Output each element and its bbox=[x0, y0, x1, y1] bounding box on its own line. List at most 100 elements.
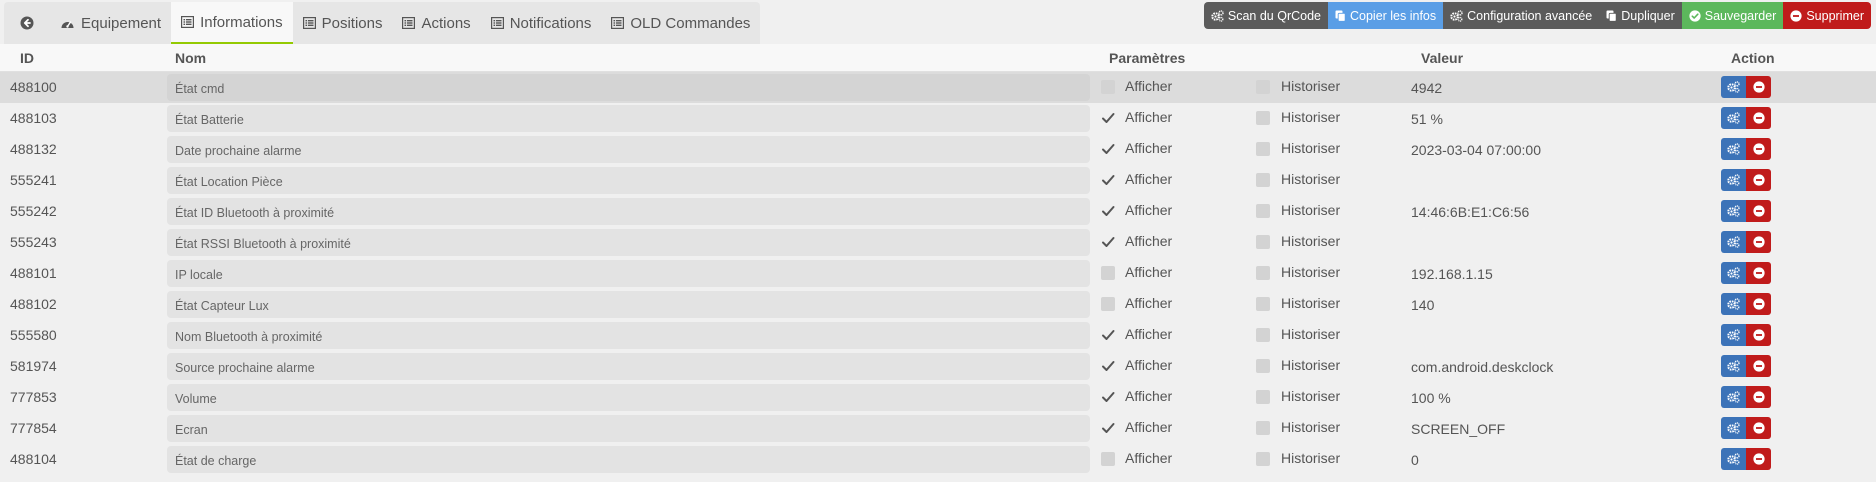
configure-button[interactable] bbox=[1721, 262, 1746, 284]
remove-button[interactable] bbox=[1746, 293, 1771, 315]
historiser-checkbox[interactable] bbox=[1256, 297, 1270, 311]
historiser-checkbox[interactable] bbox=[1256, 204, 1270, 218]
configure-button[interactable] bbox=[1721, 324, 1746, 346]
cmd-value: 51 % bbox=[1411, 111, 1443, 127]
historiser-checkbox[interactable] bbox=[1256, 390, 1270, 404]
tab-informations[interactable]: Informations bbox=[171, 2, 293, 44]
afficher-checkbox[interactable] bbox=[1101, 173, 1115, 187]
remove-button[interactable] bbox=[1746, 231, 1771, 253]
configure-button[interactable] bbox=[1721, 231, 1746, 253]
cmd-name-input[interactable]: État Capteur Lux bbox=[167, 291, 1090, 318]
configure-button[interactable] bbox=[1721, 417, 1746, 439]
remove-button[interactable] bbox=[1746, 262, 1771, 284]
supprimer-button[interactable]: Supprimer bbox=[1783, 2, 1871, 29]
configure-button[interactable] bbox=[1721, 76, 1746, 98]
configure-button[interactable] bbox=[1721, 138, 1746, 160]
configuration-avancée-button[interactable]: Configuration avancée bbox=[1443, 2, 1600, 29]
afficher-checkbox[interactable] bbox=[1101, 452, 1115, 466]
cmd-name-input[interactable]: État de charge bbox=[167, 446, 1090, 473]
cmd-name-input[interactable]: Ecran bbox=[167, 415, 1090, 442]
afficher-label: Afficher bbox=[1125, 388, 1173, 404]
tab-equipement[interactable]: Equipement bbox=[50, 2, 171, 44]
cmd-name-input[interactable]: Nom Bluetooth à proximité bbox=[167, 322, 1090, 349]
remove-button[interactable] bbox=[1746, 169, 1771, 191]
historiser-checkbox[interactable] bbox=[1256, 111, 1270, 125]
row-actions bbox=[1721, 262, 1771, 284]
afficher-checkbox[interactable] bbox=[1101, 235, 1115, 249]
cmd-value: 100 % bbox=[1411, 390, 1451, 406]
historiser-checkbox[interactable] bbox=[1256, 452, 1270, 466]
tab-positions[interactable]: Positions bbox=[293, 2, 393, 44]
list-icon bbox=[302, 17, 316, 29]
remove-button[interactable] bbox=[1746, 107, 1771, 129]
cmd-name-input[interactable]: Volume bbox=[167, 384, 1090, 411]
historiser-checkbox[interactable] bbox=[1256, 80, 1270, 94]
historiser-checkbox[interactable] bbox=[1256, 359, 1270, 373]
remove-button[interactable] bbox=[1746, 76, 1771, 98]
historiser-checkbox[interactable] bbox=[1256, 173, 1270, 187]
historiser-checkbox[interactable] bbox=[1256, 235, 1270, 249]
afficher-label: Afficher bbox=[1125, 264, 1173, 280]
tab-notifications[interactable]: Notifications bbox=[481, 2, 602, 44]
afficher-checkbox[interactable] bbox=[1101, 359, 1115, 373]
cmd-name-input[interactable]: État Batterie bbox=[167, 105, 1090, 132]
afficher-checkbox[interactable] bbox=[1101, 142, 1115, 156]
tab-actions[interactable]: Actions bbox=[392, 2, 480, 44]
configure-button[interactable] bbox=[1721, 107, 1746, 129]
configure-button[interactable] bbox=[1721, 386, 1746, 408]
historiser-checkbox[interactable] bbox=[1256, 421, 1270, 435]
sauvegarder-button[interactable]: Sauvegarder bbox=[1681, 2, 1784, 29]
remove-button[interactable] bbox=[1746, 355, 1771, 377]
historiser-checkbox[interactable] bbox=[1256, 328, 1270, 342]
historiser-checkbox[interactable] bbox=[1256, 266, 1270, 280]
configure-button[interactable] bbox=[1721, 448, 1746, 470]
cmd-name-input[interactable]: Source prochaine alarme bbox=[167, 353, 1090, 380]
historiser-label: Historiser bbox=[1281, 140, 1341, 156]
afficher-checkbox[interactable] bbox=[1101, 390, 1115, 404]
afficher-checkbox[interactable] bbox=[1101, 204, 1115, 218]
remove-button[interactable] bbox=[1746, 386, 1771, 408]
cmd-name-input[interactable]: Date prochaine alarme bbox=[167, 136, 1090, 163]
remove-button[interactable] bbox=[1746, 200, 1771, 222]
configure-button[interactable] bbox=[1721, 200, 1746, 222]
afficher-checkbox[interactable] bbox=[1101, 297, 1115, 311]
scan-du-qrcode-button[interactable]: Scan du QrCode bbox=[1203, 2, 1328, 29]
historiser-checkbox[interactable] bbox=[1256, 142, 1270, 156]
afficher-checkbox[interactable] bbox=[1101, 266, 1115, 280]
tab-label: Positions bbox=[321, 14, 383, 32]
cmd-name-input[interactable]: État RSSI Bluetooth à proximité bbox=[167, 229, 1090, 256]
cmd-value: 0 bbox=[1411, 452, 1419, 468]
cmd-name-input[interactable]: État ID Bluetooth à proximité bbox=[167, 198, 1090, 225]
cmd-id: 555241 bbox=[10, 172, 57, 188]
dupliquer-button[interactable]: Dupliquer bbox=[1599, 2, 1682, 29]
tab-label: Actions bbox=[421, 14, 471, 32]
cogs-icon bbox=[1727, 267, 1740, 279]
tab-old-commandes[interactable]: OLD Commandes bbox=[601, 2, 760, 44]
cogs-icon bbox=[1727, 360, 1740, 372]
row-actions bbox=[1721, 324, 1771, 346]
historiser-label: Historiser bbox=[1281, 109, 1341, 125]
afficher-checkbox[interactable] bbox=[1101, 111, 1115, 125]
configure-button[interactable] bbox=[1721, 355, 1746, 377]
row-actions bbox=[1721, 200, 1771, 222]
back-tab[interactable] bbox=[4, 2, 50, 44]
table-row: 555242 État ID Bluetooth à proximité Affic… bbox=[0, 196, 1876, 227]
cogs-icon bbox=[1727, 329, 1740, 341]
cmd-name-input[interactable]: État cmd bbox=[167, 74, 1090, 101]
cmd-id: 555243 bbox=[10, 234, 57, 250]
afficher-checkbox[interactable] bbox=[1101, 80, 1115, 94]
copier-les-infos-button[interactable]: Copier les infos bbox=[1327, 2, 1444, 29]
minus-circle-icon bbox=[1790, 9, 1802, 22]
afficher-checkbox[interactable] bbox=[1101, 421, 1115, 435]
cmd-name-input[interactable]: IP locale bbox=[167, 260, 1090, 287]
row-actions bbox=[1721, 293, 1771, 315]
remove-button[interactable] bbox=[1746, 138, 1771, 160]
remove-button[interactable] bbox=[1746, 324, 1771, 346]
cmd-name-input[interactable]: État Location Pièce bbox=[167, 167, 1090, 194]
afficher-checkbox[interactable] bbox=[1101, 328, 1115, 342]
configure-button[interactable] bbox=[1721, 293, 1746, 315]
remove-button[interactable] bbox=[1746, 417, 1771, 439]
configure-button[interactable] bbox=[1721, 169, 1746, 191]
header-name: Nom bbox=[175, 50, 207, 66]
remove-button[interactable] bbox=[1746, 448, 1771, 470]
